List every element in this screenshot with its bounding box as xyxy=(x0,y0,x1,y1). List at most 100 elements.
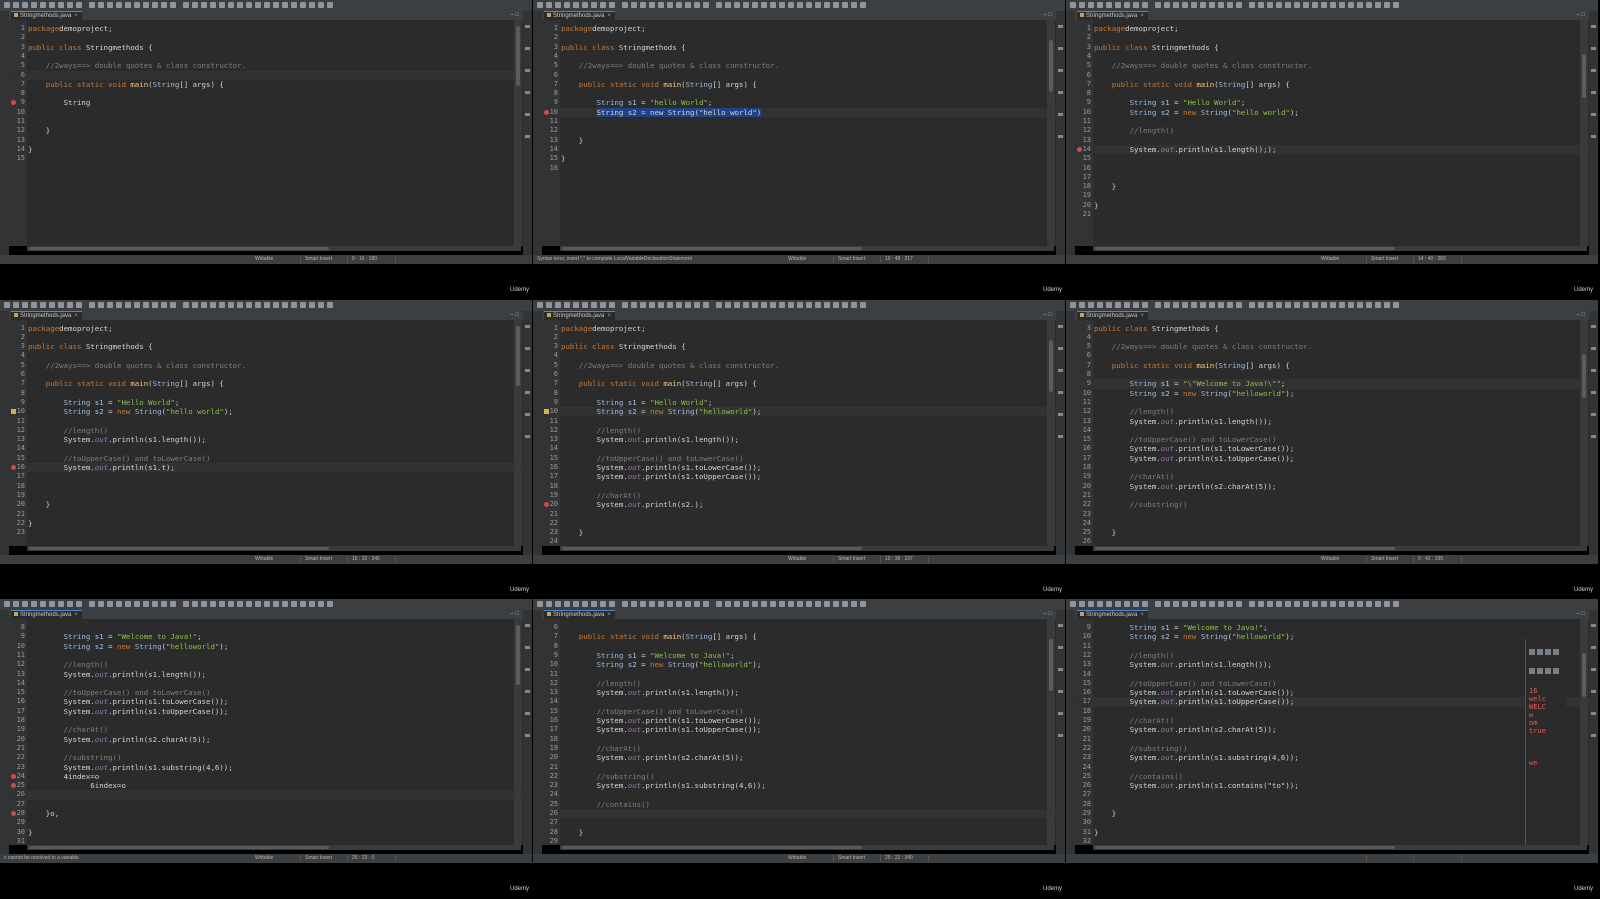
code-line[interactable]: 22 //substring() xyxy=(1075,500,1589,509)
toolbar-button-icon[interactable] xyxy=(291,301,297,308)
code-line[interactable]: 22 //substring() xyxy=(1075,744,1589,753)
toolbar-button-icon[interactable] xyxy=(1133,2,1139,8)
code-line[interactable]: 12 } xyxy=(9,126,523,135)
toolbar-button-icon[interactable] xyxy=(761,301,767,308)
minimize-maximize-icon[interactable]: – □ xyxy=(510,12,519,19)
toolbar-button-icon[interactable] xyxy=(1303,301,1309,308)
ruler-annotation[interactable] xyxy=(525,690,530,693)
toolbar-button-icon[interactable] xyxy=(622,301,628,308)
toolbar-button-icon[interactable] xyxy=(98,601,104,607)
close-icon[interactable]: × xyxy=(74,313,78,319)
toolbar-button-icon[interactable] xyxy=(67,301,73,308)
code-line[interactable]: 9 String s1 = "Welcome to Java!"; xyxy=(1075,623,1589,632)
toolbar-button-icon[interactable] xyxy=(582,2,588,8)
code-line[interactable]: 13 System.out.println(s1.length()); xyxy=(1075,417,1589,426)
horizontal-scrollbar[interactable] xyxy=(27,845,521,850)
code-line[interactable]: 5 //2ways==> double quotes & class const… xyxy=(542,361,1056,370)
close-icon[interactable]: × xyxy=(607,612,611,618)
scrollbar-thumb[interactable] xyxy=(562,247,862,250)
close-icon[interactable]: × xyxy=(74,612,78,618)
code-line[interactable]: 18 xyxy=(9,482,523,491)
code-line[interactable]: 23 System.out.println(s1.substring(4,6))… xyxy=(542,781,1056,790)
toolbar-button-icon[interactable] xyxy=(183,601,189,607)
ruler-annotation[interactable] xyxy=(1591,25,1596,28)
code-line[interactable]: 21 xyxy=(9,510,523,519)
toolbar-button-icon[interactable] xyxy=(676,301,682,308)
toolbar-button-icon[interactable] xyxy=(761,2,767,8)
ruler-annotation[interactable] xyxy=(1591,434,1596,438)
toolbar-button-icon[interactable] xyxy=(201,301,207,308)
toolbar-button-icon[interactable] xyxy=(833,601,839,607)
toolbar-button-icon[interactable] xyxy=(143,2,149,8)
toolbar-button-icon[interactable] xyxy=(255,601,261,607)
toolbar-button-icon[interactable] xyxy=(1191,2,1197,8)
ruler-annotation[interactable] xyxy=(1058,91,1063,94)
code-line[interactable]: 10 String s2 = new String("helloworld"); xyxy=(1075,632,1589,641)
toolbar-button-icon[interactable] xyxy=(685,601,691,607)
toolbar-button-icon[interactable] xyxy=(573,301,579,308)
code-line[interactable]: 10 String s2 = new String("helloworld"); xyxy=(542,660,1056,669)
code-line[interactable]: 13 System.out.println(s1.length()); xyxy=(9,435,523,444)
toolbar-button-icon[interactable] xyxy=(1357,2,1363,8)
toolbar-button-icon[interactable] xyxy=(76,301,82,308)
toolbar-button-icon[interactable] xyxy=(219,2,225,8)
toolbar-button-icon[interactable] xyxy=(31,2,37,8)
ruler-annotation[interactable] xyxy=(1058,113,1063,116)
toolbar-button-icon[interactable] xyxy=(1294,301,1300,308)
toolbar-button-icon[interactable] xyxy=(1097,601,1103,607)
toolbar-button-icon[interactable] xyxy=(1375,601,1381,607)
toolbar-button-icon[interactable] xyxy=(555,601,561,607)
scrollbar-thumb[interactable] xyxy=(516,625,520,685)
toolbar-button-icon[interactable] xyxy=(1339,2,1345,8)
scrollbar-thumb[interactable] xyxy=(562,846,862,849)
code-line[interactable]: 25 6index=o xyxy=(9,781,523,790)
ruler-annotation[interactable] xyxy=(1058,712,1063,715)
toolbar-button-icon[interactable] xyxy=(264,601,270,607)
toolbar-button-icon[interactable] xyxy=(31,601,37,607)
toolbar-button-icon[interactable] xyxy=(1249,2,1255,8)
toolbar-button-icon[interactable] xyxy=(237,601,243,607)
toolbar-button-icon[interactable] xyxy=(1312,601,1318,607)
code-line[interactable]: 24 xyxy=(1075,763,1589,772)
ruler-annotation[interactable] xyxy=(525,346,530,350)
toolbar-button-icon[interactable] xyxy=(1115,2,1121,8)
toolbar-button-icon[interactable] xyxy=(210,2,216,8)
code-line[interactable]: 21 xyxy=(542,510,1056,519)
code-line[interactable]: 8 xyxy=(1075,89,1589,98)
toolbar-button-icon[interactable] xyxy=(49,601,55,607)
ruler-annotation[interactable] xyxy=(1591,734,1596,737)
toolbar-button-icon[interactable] xyxy=(309,301,315,308)
toolbar-button-icon[interactable] xyxy=(743,301,749,308)
error-marker-icon[interactable] xyxy=(11,465,16,470)
ruler-annotation[interactable] xyxy=(1591,135,1596,138)
code-editor[interactable]: 1 packagedemoproject; 2 3 public class Strin… xyxy=(542,20,1056,246)
ruler-annotation[interactable] xyxy=(1058,368,1063,372)
minimize-maximize-icon[interactable]: – □ xyxy=(1043,312,1052,319)
toolbar-button-icon[interactable] xyxy=(22,2,28,8)
toolbar-button-icon[interactable] xyxy=(743,601,749,607)
toolbar-button-icon[interactable] xyxy=(67,601,73,607)
code-line[interactable]: 9 String s1 = "Hello World"; xyxy=(9,398,523,407)
toolbar-button-icon[interactable] xyxy=(228,2,234,8)
code-editor[interactable]: 1 packagedemoproject; 2 3 public class Strin… xyxy=(9,319,523,546)
editor-tab-stringmethods[interactable]: Stringmethods.java × xyxy=(1077,310,1148,320)
code-line[interactable]: 28 }o, xyxy=(9,809,523,818)
ruler-annotation[interactable] xyxy=(525,135,530,138)
toolbar-button-icon[interactable] xyxy=(255,2,261,8)
code-line[interactable]: 9 String s1 = "Hello World"; xyxy=(1075,98,1589,107)
toolbar-button-icon[interactable] xyxy=(546,601,552,607)
code-line[interactable]: 15 xyxy=(9,154,523,163)
toolbar-button-icon[interactable] xyxy=(282,2,288,8)
code-line[interactable]: 17 System.out.println(s1.toUpperCase()); xyxy=(542,472,1056,481)
code-line[interactable]: 3 public class Stringmethods { xyxy=(1075,324,1589,333)
toolbar-button-icon[interactable] xyxy=(842,301,848,308)
code-line[interactable]: 3 public class Stringmethods { xyxy=(542,342,1056,351)
scrollbar-thumb[interactable] xyxy=(562,546,862,550)
toolbar-button-icon[interactable] xyxy=(318,301,324,308)
code-line[interactable]: 30} xyxy=(9,828,523,837)
toolbar-button-icon[interactable] xyxy=(192,601,198,607)
code-line[interactable]: 4 xyxy=(542,351,1056,360)
code-line[interactable]: 26 System.out.println(s1.contains("to"))… xyxy=(1075,781,1589,790)
code-line[interactable]: 7 public static void main(String[] args)… xyxy=(9,80,523,89)
code-line[interactable]: 12 //length() xyxy=(9,660,523,669)
